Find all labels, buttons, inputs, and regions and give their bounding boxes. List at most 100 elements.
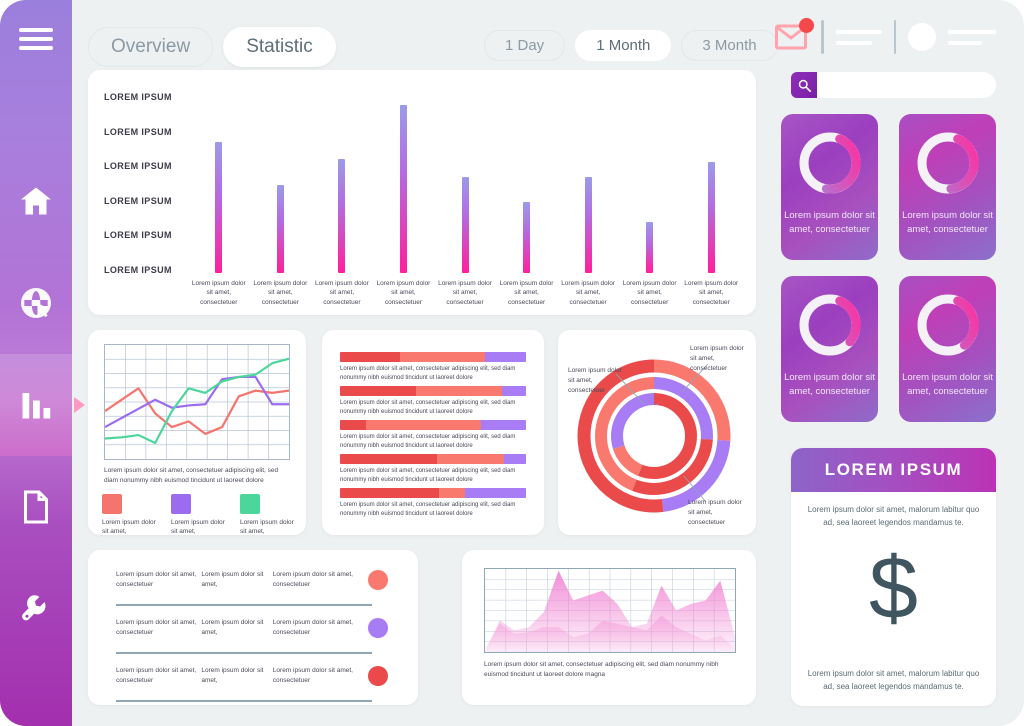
axis-label: LOREM IPSUM <box>104 92 172 102</box>
gauge-ring-4 <box>915 292 981 363</box>
table-cell: Lorem ipsum dolor sit amet, <box>201 619 264 637</box>
bar-segment <box>416 386 502 396</box>
placeholder-lines-1 <box>835 29 882 45</box>
stacked-bar-caption: Lorem ipsum dolor sit amet, consectetuer… <box>340 502 516 517</box>
tab-overview[interactable]: Overview <box>88 27 214 67</box>
table-row[interactable]: Lorem ipsum dolor sit amet, consectetuer… <box>116 570 388 590</box>
axis-label: LOREM IPSUM <box>104 195 172 206</box>
dashboard-frame: Overview Statistic 1 Day 1 Month 3 Month <box>0 0 1024 726</box>
range-3-month[interactable]: 3 Month <box>681 30 778 61</box>
bar-segment <box>436 454 504 464</box>
stacked-bar-row[interactable]: Lorem ipsum dolor sit amet, consectetuer… <box>340 454 526 485</box>
area-chart-plot <box>484 568 736 653</box>
donut-chart-card: Lorem ipsum dolor sit amet, consectetuer… <box>558 330 756 535</box>
topbar: Overview Statistic 1 Day 1 Month 3 Month <box>72 0 1024 98</box>
stacked-bar-row[interactable]: Lorem ipsum dolor sit amet, consectetuer… <box>340 420 526 451</box>
divider-1 <box>821 20 824 54</box>
bar-group[interactable]: Lorem ipsum dolor sit amet, consectetuer <box>560 80 616 307</box>
area-chart-card: Lorem ipsum dolor sit amet, consectetuer… <box>462 550 756 705</box>
sidebar-item-home[interactable] <box>0 150 72 252</box>
axis-label: LOREM IPSUM <box>104 126 172 137</box>
bar <box>215 141 223 273</box>
search-input[interactable] <box>817 72 996 98</box>
avatar[interactable] <box>908 23 936 51</box>
legend-item[interactable]: Lorem ipsum dolor sit amet, <box>171 494 225 537</box>
sidebar-item-statistics[interactable] <box>0 354 85 456</box>
bar-segment <box>340 352 400 362</box>
search-icon <box>798 79 811 92</box>
stacked-bar-row[interactable]: Lorem ipsum dolor sit amet, consectetuer… <box>340 352 526 383</box>
sidebar-item-settings[interactable] <box>0 558 72 660</box>
gauge-caption-2: Lorem ipsum dolor sit amet, consectetuer <box>902 210 993 236</box>
bar-label: Lorem ipsum dolor sit amet, consectetuer <box>684 279 739 306</box>
hamburger-icon[interactable] <box>19 28 53 50</box>
tab-statistic[interactable]: Statistic <box>223 27 336 67</box>
mail-button[interactable] <box>775 18 814 51</box>
bar-group[interactable]: Lorem ipsum dolor sit amet, consectetuer <box>375 80 431 307</box>
stacked-bar-caption: Lorem ipsum dolor sit amet, consectetuer… <box>340 434 516 449</box>
summary-panel-header: LOREM IPSUM <box>791 448 996 492</box>
gauge-card-1[interactable]: Lorem ipsum dolor sit amet, consectetuer <box>781 114 878 260</box>
stacked-bar-row[interactable]: Lorem ipsum dolor sit amet, consectetuer… <box>340 386 526 417</box>
divider-2 <box>893 20 896 54</box>
bar-chart-plot: Lorem ipsum dolor sit amet, consectetuer… <box>188 80 742 307</box>
table-row[interactable]: Lorem ipsum dolor sit amet, consectetuer… <box>116 666 388 686</box>
bar <box>338 158 346 273</box>
bar-group[interactable]: Lorem ipsum dolor sit amet, consectetuer <box>683 80 739 307</box>
gauge-ring-3 <box>797 292 863 363</box>
placeholder-lines-2 <box>948 29 996 45</box>
stacked-bar <box>340 420 526 430</box>
gauge-card-2[interactable]: Lorem ipsum dolor sit amet, consectetuer <box>899 114 996 260</box>
sidebar <box>0 0 85 726</box>
line-chart-caption: Lorem ipsum dolor sit amet, consectetuer… <box>104 467 279 484</box>
table-cell: Lorem ipsum dolor sit amet, consectetuer <box>272 571 353 589</box>
stacked-bar-caption: Lorem ipsum dolor sit amet, consectetuer… <box>340 366 516 381</box>
gauge-ring-2 <box>915 130 981 201</box>
donut-annotation-left: Lorem ipsum dolor sit amet, consectetuer <box>568 367 622 394</box>
bar-segment <box>340 386 417 396</box>
range-1-month[interactable]: 1 Month <box>575 30 672 61</box>
gauge-caption-3: Lorem ipsum dolor sit amet, consectetuer <box>784 372 875 398</box>
bar-group[interactable]: Lorem ipsum dolor sit amet, consectetuer <box>314 80 370 307</box>
donut-annotation-bottom: Lorem ipsum dolor sit amet, consectetuer <box>688 499 742 526</box>
sidebar-item-web[interactable] <box>0 252 72 354</box>
bar-group[interactable]: Lorem ipsum dolor sit amet, consectetuer <box>437 80 493 307</box>
row-divider <box>116 700 372 702</box>
sidebar-item-documents[interactable] <box>0 456 72 558</box>
bar-segment <box>438 488 465 498</box>
gauge-card-4[interactable]: Lorem ipsum dolor sit amet, consectetuer <box>899 276 996 422</box>
summary-panel-top-text: Lorem ipsum dolor sit amet, malorum labi… <box>807 505 980 527</box>
bar-group[interactable]: Lorem ipsum dolor sit amet, consectetuer <box>191 80 247 307</box>
bar-label: Lorem ipsum dolor sit amet, consectetuer <box>499 279 554 306</box>
table-cell: Lorem ipsum dolor sit amet, consectetuer <box>272 667 353 685</box>
gauge-card-3[interactable]: Lorem ipsum dolor sit amet, consectetuer <box>781 276 878 422</box>
stacked-bar-caption: Lorem ipsum dolor sit amet, consectetuer… <box>340 400 516 415</box>
bar <box>461 176 469 273</box>
bar-group[interactable]: Lorem ipsum dolor sit amet, consectetuer <box>622 80 678 307</box>
axis-label: LOREM IPSUM <box>104 161 172 171</box>
bar-group[interactable]: Lorem ipsum dolor sit amet, consectetuer <box>499 80 555 307</box>
line-chart-plot <box>104 344 290 460</box>
status-dot <box>368 666 388 686</box>
bar <box>646 222 654 273</box>
search-button[interactable] <box>791 72 817 98</box>
stacked-bar-row[interactable]: Lorem ipsum dolor sit amet, consectetuer… <box>340 488 526 519</box>
legend-item[interactable]: Lorem ipsum dolor sit amet, <box>102 494 156 537</box>
bar-label: Lorem ipsum dolor sit amet, consectetuer <box>438 279 492 306</box>
bar-label: Lorem ipsum dolor sit amet, consectetuer <box>191 279 246 306</box>
table-cell: Lorem ipsum dolor sit amet, <box>201 571 264 589</box>
legend-item[interactable]: Lorem ipsum dolor sit amet, <box>240 494 294 537</box>
table-cell: Lorem ipsum dolor sit amet, <box>201 667 264 685</box>
bar <box>707 161 715 273</box>
table-row[interactable]: Lorem ipsum dolor sit amet, consectetuer… <box>116 618 388 638</box>
bar-group[interactable]: Lorem ipsum dolor sit amet, consectetuer <box>252 80 308 307</box>
stacked-bar-caption: Lorem ipsum dolor sit amet, consectetuer… <box>340 468 516 483</box>
bar <box>523 202 531 273</box>
table-cell: Lorem ipsum dolor sit amet, consectetuer <box>116 667 197 685</box>
gauge-ring-1 <box>797 130 863 201</box>
topbar-actions <box>775 18 996 54</box>
range-1-day[interactable]: 1 Day <box>484 30 566 61</box>
view-tabs: Overview Statistic <box>88 27 336 67</box>
bar-chart-icon <box>22 393 51 419</box>
legend-swatch <box>171 494 191 514</box>
